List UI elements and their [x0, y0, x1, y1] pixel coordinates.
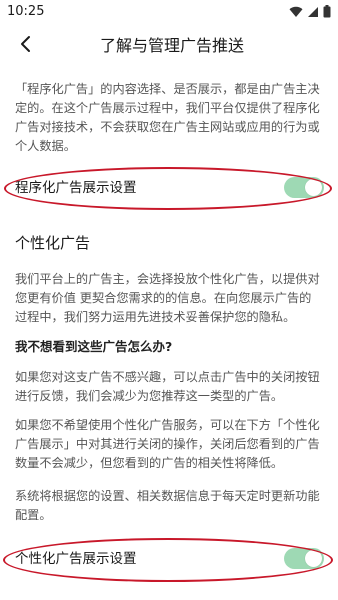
signal-icon [307, 3, 319, 22]
programmatic-ad-toggle[interactable] [284, 177, 324, 198]
personalized-ad-toggle[interactable] [284, 548, 324, 569]
page-title: 了解与管理广告推送 [99, 36, 244, 55]
battery-icon [323, 3, 331, 22]
update-notice-text: 系统将根据您的设置、相关数据信息于每天定时更新功能配置。 [15, 489, 320, 522]
app-header: 了解与管理广告推送 [0, 26, 338, 66]
question-heading: 我不想看到这些广告怎么办? [15, 339, 173, 354]
personalized-intro-text: 我们平台上的广告主，会选择投放个性化广告，以提供对您更有价值 更契合您需求的的信… [15, 272, 320, 324]
status-time: 10:25 [7, 4, 45, 19]
programmatic-ad-setting-label: 程序化广告展示设置 [15, 180, 137, 196]
programmatic-ad-setting-row: 程序化广告展示设置 [0, 168, 338, 208]
screen: 10:25 了解与管理广告推送 「程序化广告」的内容选择、是否展示，都是由广告主… [0, 0, 338, 600]
status-icons [289, 4, 331, 20]
personalized-ad-setting-label: 个性化广告展示设置 [15, 551, 137, 567]
section-title: 个性化广告 [15, 234, 91, 252]
status-bar: 10:25 [0, 0, 338, 26]
feedback-text: 如果您对这支广告不感兴趣，可以点击广告中的关闭按钮进行反馈，我们会减少为您推荐这… [15, 370, 320, 403]
wifi-icon [289, 3, 303, 22]
toggle-knob [305, 179, 322, 196]
personalized-ad-setting-row: 个性化广告展示设置 [0, 539, 338, 579]
intro-text: 「程序化广告」的内容选择、是否展示，都是由广告主决定的。在这个广告展示过程中，我… [15, 82, 320, 153]
disable-instructions-text: 如果您不希望使用个性化广告服务，可以在下方「个性化广告展示」中对其进行关闭的操作… [15, 418, 320, 470]
toggle-knob [305, 550, 322, 567]
